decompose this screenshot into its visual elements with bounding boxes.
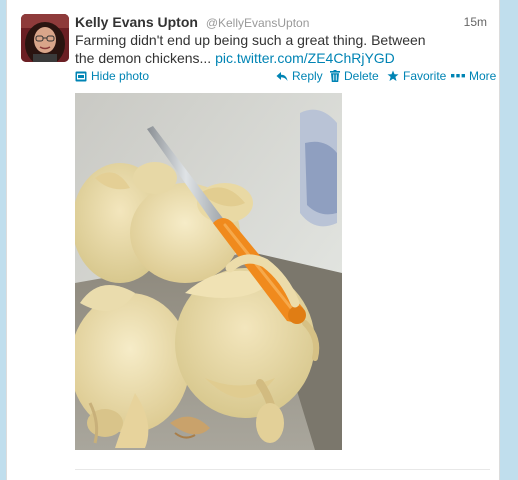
reply-label: Reply — [292, 69, 323, 83]
favorite-button[interactable]: Favorite — [387, 68, 446, 84]
star-icon — [387, 70, 399, 82]
ellipsis-icon — [451, 74, 465, 78]
tweet-timestamp[interactable]: 15m — [464, 13, 487, 31]
avatar[interactable] — [21, 14, 69, 62]
hide-photo-button[interactable]: Hide photo — [75, 68, 149, 84]
trash-icon — [330, 70, 340, 82]
reply-button[interactable]: Reply — [276, 68, 323, 84]
more-label: More — [469, 69, 497, 83]
tweet-card: Kelly Evans Upton @KellyEvansUpton 15m F… — [6, 0, 500, 480]
tweet-photo-link[interactable]: pic.twitter.com/ZE4ChRjYGD — [215, 50, 395, 66]
author-fullname[interactable]: Kelly Evans Upton — [75, 14, 198, 30]
delete-label: Delete — [344, 69, 379, 83]
hide-photo-label: Hide photo — [91, 69, 150, 83]
author-screenname[interactable]: @KellyEvansUpton — [206, 16, 310, 30]
tweet-photo[interactable] — [75, 93, 342, 450]
more-button[interactable]: More — [451, 68, 496, 84]
tweet-header: Kelly Evans Upton @KellyEvansUpton 15m — [75, 13, 487, 31]
divider — [75, 469, 490, 470]
tweet-actions: Hide photo Reply Delete Favorite More — [75, 68, 496, 84]
favorite-label: Favorite — [403, 69, 447, 83]
delete-button[interactable]: Delete — [330, 68, 379, 84]
reply-arrow-icon — [276, 71, 288, 82]
tweet-text: Farming didn't end up being such a great… — [75, 31, 435, 67]
photo-icon — [75, 71, 87, 82]
